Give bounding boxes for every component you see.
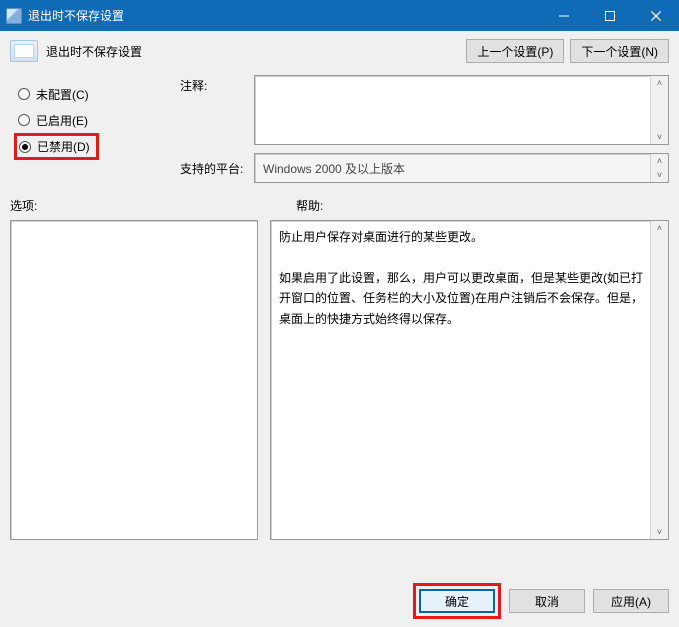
app-icon (6, 8, 22, 24)
radio-dot-icon (18, 114, 30, 126)
options-label: 选项: (10, 197, 296, 214)
footer-buttons: 确定 取消 应用(A) (413, 583, 669, 619)
comment-label: 注释: (180, 75, 246, 94)
panes: 防止用户保存对桌面进行的某些更改。 如果启用了此设置，那么，用户可以更改桌面，但… (0, 220, 679, 540)
help-pane: 防止用户保存对桌面进行的某些更改。 如果启用了此设置，那么，用户可以更改桌面，但… (270, 220, 669, 540)
apply-button[interactable]: 应用(A) (593, 589, 669, 613)
radio-label: 未配置(C) (36, 86, 89, 103)
header-row: 退出时不保存设置 上一个设置(P) 下一个设置(N) (0, 31, 679, 67)
window-title: 退出时不保存设置 (28, 7, 124, 24)
platform-row: 支持的平台: Windows 2000 及以上版本 ˄˅ (180, 153, 669, 183)
radio-dot-icon (18, 88, 30, 100)
radio-not-configured[interactable]: 未配置(C) (14, 81, 170, 107)
maximize-icon (605, 11, 615, 21)
cancel-button[interactable]: 取消 (509, 589, 585, 613)
policy-icon (10, 40, 38, 62)
radio-label: 已禁用(D) (37, 138, 90, 155)
scroll-up-icon: ˄ (657, 221, 662, 235)
scrollbar[interactable]: ˄˅ (650, 154, 668, 182)
mid-labels: 选项: 帮助: (0, 183, 679, 220)
comment-row: 注释: ˄˅ (180, 75, 669, 145)
scroll-up-icon: ˄ (657, 154, 662, 168)
close-icon (651, 11, 661, 21)
help-text: 防止用户保存对桌面进行的某些更改。 如果启用了此设置，那么，用户可以更改桌面，但… (279, 227, 644, 329)
close-button[interactable] (633, 0, 679, 31)
platform-text: Windows 2000 及以上版本 (263, 160, 405, 177)
minimize-icon (559, 11, 569, 21)
nav-buttons: 上一个设置(P) 下一个设置(N) (466, 39, 669, 63)
platform-label: 支持的平台: (180, 160, 246, 177)
scrollbar[interactable]: ˄˅ (650, 76, 668, 144)
highlight-ok: 确定 (413, 583, 501, 619)
scroll-down-icon: ˅ (657, 130, 662, 144)
scrollbar[interactable]: ˄˅ (650, 221, 668, 539)
radio-enabled[interactable]: 已启用(E) (14, 107, 170, 133)
scroll-down-icon: ˅ (657, 525, 662, 539)
maximize-button[interactable] (587, 0, 633, 31)
next-setting-button[interactable]: 下一个设置(N) (570, 39, 669, 63)
options-pane (10, 220, 258, 540)
right-column: 注释: ˄˅ 支持的平台: Windows 2000 及以上版本 ˄˅ (180, 73, 669, 183)
platform-box: Windows 2000 及以上版本 ˄˅ (254, 153, 669, 183)
scroll-down-icon: ˅ (657, 168, 662, 182)
radio-dot-icon (19, 141, 31, 153)
comment-textarea[interactable]: ˄˅ (254, 75, 669, 145)
upper-body: 未配置(C) 已启用(E) 已禁用(D) 注释: ˄˅ (0, 67, 679, 183)
ok-button[interactable]: 确定 (419, 589, 495, 613)
scroll-up-icon: ˄ (657, 76, 662, 90)
radio-label: 已启用(E) (36, 112, 88, 129)
highlight-disabled: 已禁用(D) (14, 133, 99, 160)
left-column: 未配置(C) 已启用(E) 已禁用(D) (10, 73, 170, 183)
radio-disabled[interactable]: 已禁用(D) (19, 138, 90, 155)
policy-name: 退出时不保存设置 (46, 43, 142, 60)
prev-setting-button[interactable]: 上一个设置(P) (466, 39, 564, 63)
minimize-button[interactable] (541, 0, 587, 31)
radio-group: 未配置(C) 已启用(E) 已禁用(D) (10, 73, 170, 166)
title-bar: 退出时不保存设置 (0, 0, 679, 31)
window-buttons (541, 0, 679, 31)
help-label: 帮助: (296, 197, 323, 214)
client-area: 退出时不保存设置 上一个设置(P) 下一个设置(N) 未配置(C) 已启用(E) (0, 31, 679, 627)
